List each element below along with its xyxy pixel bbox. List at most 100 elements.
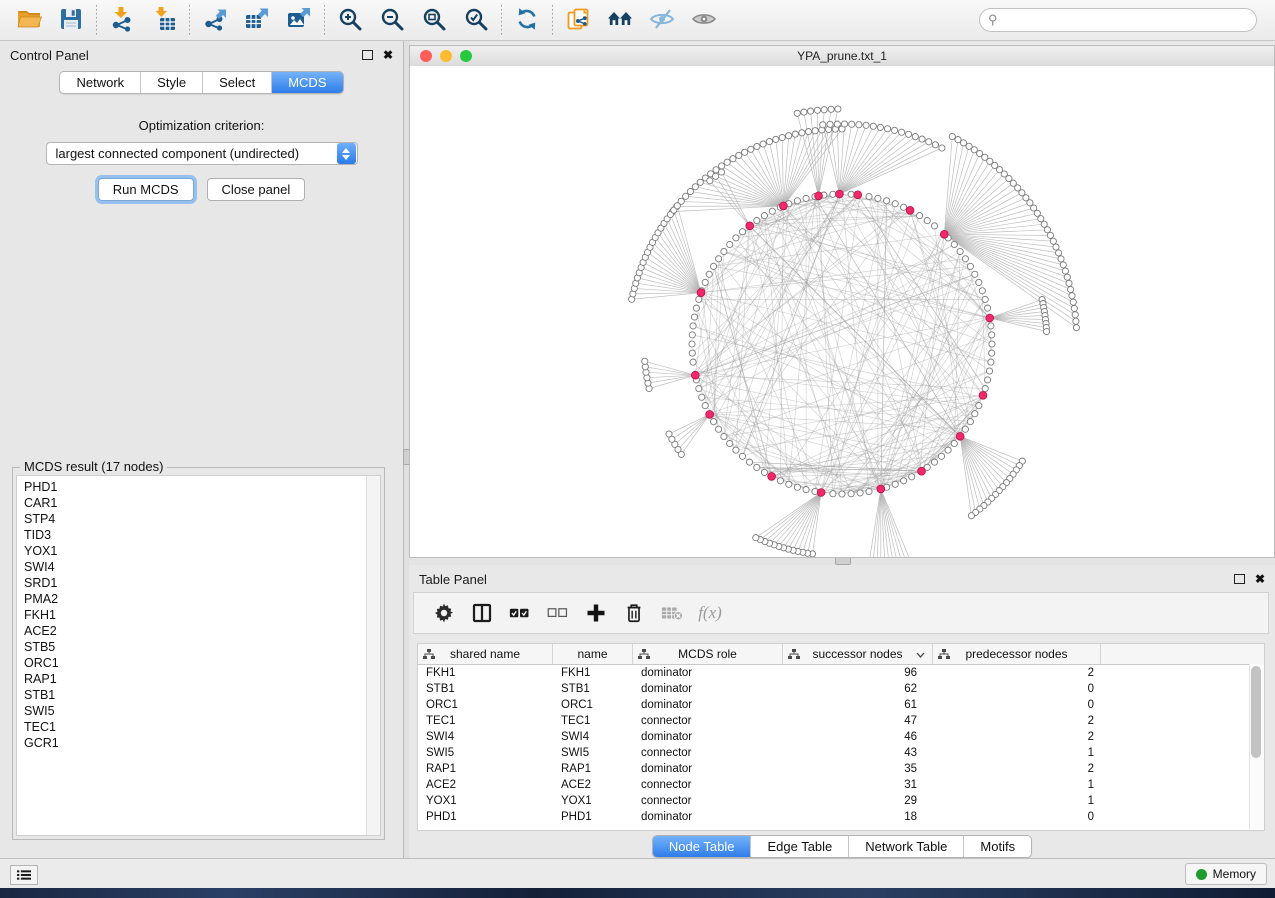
network-node[interactable] <box>730 156 736 162</box>
network-node[interactable] <box>870 123 876 129</box>
network-node[interactable] <box>827 121 833 127</box>
network-node[interactable] <box>1060 262 1066 268</box>
mcds-result-item[interactable]: ORC1 <box>24 655 380 671</box>
mcds-result-item[interactable]: SRD1 <box>24 575 380 591</box>
network-node[interactable] <box>856 122 862 128</box>
export-table-button[interactable] <box>236 3 278 37</box>
network-node[interactable] <box>899 129 905 135</box>
network-node[interactable] <box>857 490 863 496</box>
network-node[interactable] <box>769 208 775 214</box>
tab-mcds[interactable]: MCDS <box>272 72 342 93</box>
network-node[interactable] <box>689 341 695 347</box>
network-hub-node[interactable] <box>746 222 754 230</box>
mcds-result-item[interactable]: PHD1 <box>24 479 380 495</box>
mcds-result-item[interactable]: STP4 <box>24 511 380 527</box>
network-node[interactable] <box>828 106 834 112</box>
network-node[interactable] <box>683 193 689 199</box>
network-node[interactable] <box>702 279 708 285</box>
network-node[interactable] <box>1053 244 1059 250</box>
network-node[interactable] <box>967 263 973 269</box>
network-node[interactable] <box>799 130 805 136</box>
network-node[interactable] <box>884 198 890 204</box>
show-panels-button[interactable] <box>10 865 38 885</box>
mcds-result-item[interactable]: PMA2 <box>24 591 380 607</box>
network-node[interactable] <box>803 487 809 493</box>
network-node[interactable] <box>988 323 994 329</box>
network-node[interactable] <box>792 131 798 137</box>
tab-motifs[interactable]: Motifs <box>964 836 1031 857</box>
network-node[interactable] <box>1072 312 1078 318</box>
network-node[interactable] <box>892 127 898 133</box>
network-node[interactable] <box>794 110 800 116</box>
close-window-icon[interactable] <box>420 50 432 62</box>
network-node[interactable] <box>773 136 779 142</box>
network-node[interactable] <box>877 124 883 130</box>
network-window-titlebar[interactable]: YPA_prune.txt_1 <box>410 46 1274 67</box>
table-row[interactable]: ORC1ORC1dominator610 <box>418 697 1264 713</box>
network-node[interactable] <box>742 149 748 155</box>
network-node[interactable] <box>690 359 696 365</box>
zoom-selected-button[interactable] <box>455 3 497 37</box>
network-node[interactable] <box>766 139 772 145</box>
network-node[interactable] <box>689 350 695 356</box>
duplicate-network-button[interactable] <box>557 3 599 37</box>
network-node[interactable] <box>901 478 907 484</box>
mcds-result-item[interactable]: TEC1 <box>24 719 380 735</box>
network-node[interactable] <box>875 195 881 201</box>
network-hub-node[interactable] <box>986 314 994 322</box>
network-hub-node[interactable] <box>815 192 823 200</box>
network-node[interactable] <box>909 474 915 480</box>
network-hub-node[interactable] <box>768 473 776 481</box>
mcds-result-item[interactable]: CAR1 <box>24 495 380 511</box>
minimize-window-icon[interactable] <box>440 50 452 62</box>
network-node[interactable] <box>761 469 767 475</box>
network-node[interactable] <box>939 145 945 151</box>
network-node[interactable] <box>949 133 955 139</box>
horizontal-splitter[interactable] <box>409 558 1275 565</box>
network-node[interactable] <box>803 195 809 201</box>
network-node[interactable] <box>699 394 705 400</box>
network-node[interactable] <box>986 368 992 374</box>
network-node[interactable] <box>821 107 827 113</box>
show-all-button[interactable] <box>683 3 725 37</box>
network-node[interactable] <box>707 178 713 184</box>
network-node[interactable] <box>976 279 982 285</box>
memory-button[interactable]: Memory <box>1185 863 1267 885</box>
columns-button[interactable] <box>468 598 496 628</box>
mcds-result-item[interactable]: FKH1 <box>24 607 380 623</box>
network-node[interactable] <box>835 106 841 112</box>
network-node[interactable] <box>841 121 847 127</box>
network-node[interactable] <box>901 204 907 210</box>
table-scrollbar-thumb[interactable] <box>1251 666 1261 758</box>
network-node[interactable] <box>642 358 648 364</box>
network-node[interactable] <box>1068 286 1074 292</box>
network-node[interactable] <box>716 256 722 262</box>
network-node[interactable] <box>692 184 698 190</box>
network-hub-node[interactable] <box>940 230 948 238</box>
network-node[interactable] <box>938 453 944 459</box>
network-node[interactable] <box>691 314 697 320</box>
network-node[interactable] <box>727 440 733 446</box>
network-node[interactable] <box>967 419 973 425</box>
import-network-button[interactable] <box>101 3 143 37</box>
network-node[interactable] <box>989 341 995 347</box>
network-node[interactable] <box>924 218 930 224</box>
mcds-result-scrollbar[interactable] <box>366 476 380 835</box>
criterion-select[interactable]: largest connected component (undirected) <box>46 142 358 165</box>
network-node[interactable] <box>1062 268 1068 274</box>
network-node[interactable] <box>794 484 800 490</box>
mcds-result-item[interactable]: ACE2 <box>24 623 380 639</box>
mcds-result-item[interactable]: YOX1 <box>24 543 380 559</box>
gear-button[interactable] <box>430 598 458 628</box>
network-node[interactable] <box>951 440 957 446</box>
network-node[interactable] <box>794 198 800 204</box>
network-node[interactable] <box>733 235 739 241</box>
network-node[interactable] <box>905 131 911 137</box>
network-node[interactable] <box>706 271 712 277</box>
network-hub-node[interactable] <box>854 191 862 199</box>
network-node[interactable] <box>801 109 807 115</box>
open-file-button[interactable] <box>8 3 50 37</box>
network-node[interactable] <box>926 139 932 145</box>
network-node[interactable] <box>985 377 991 383</box>
network-node[interactable] <box>713 173 719 179</box>
